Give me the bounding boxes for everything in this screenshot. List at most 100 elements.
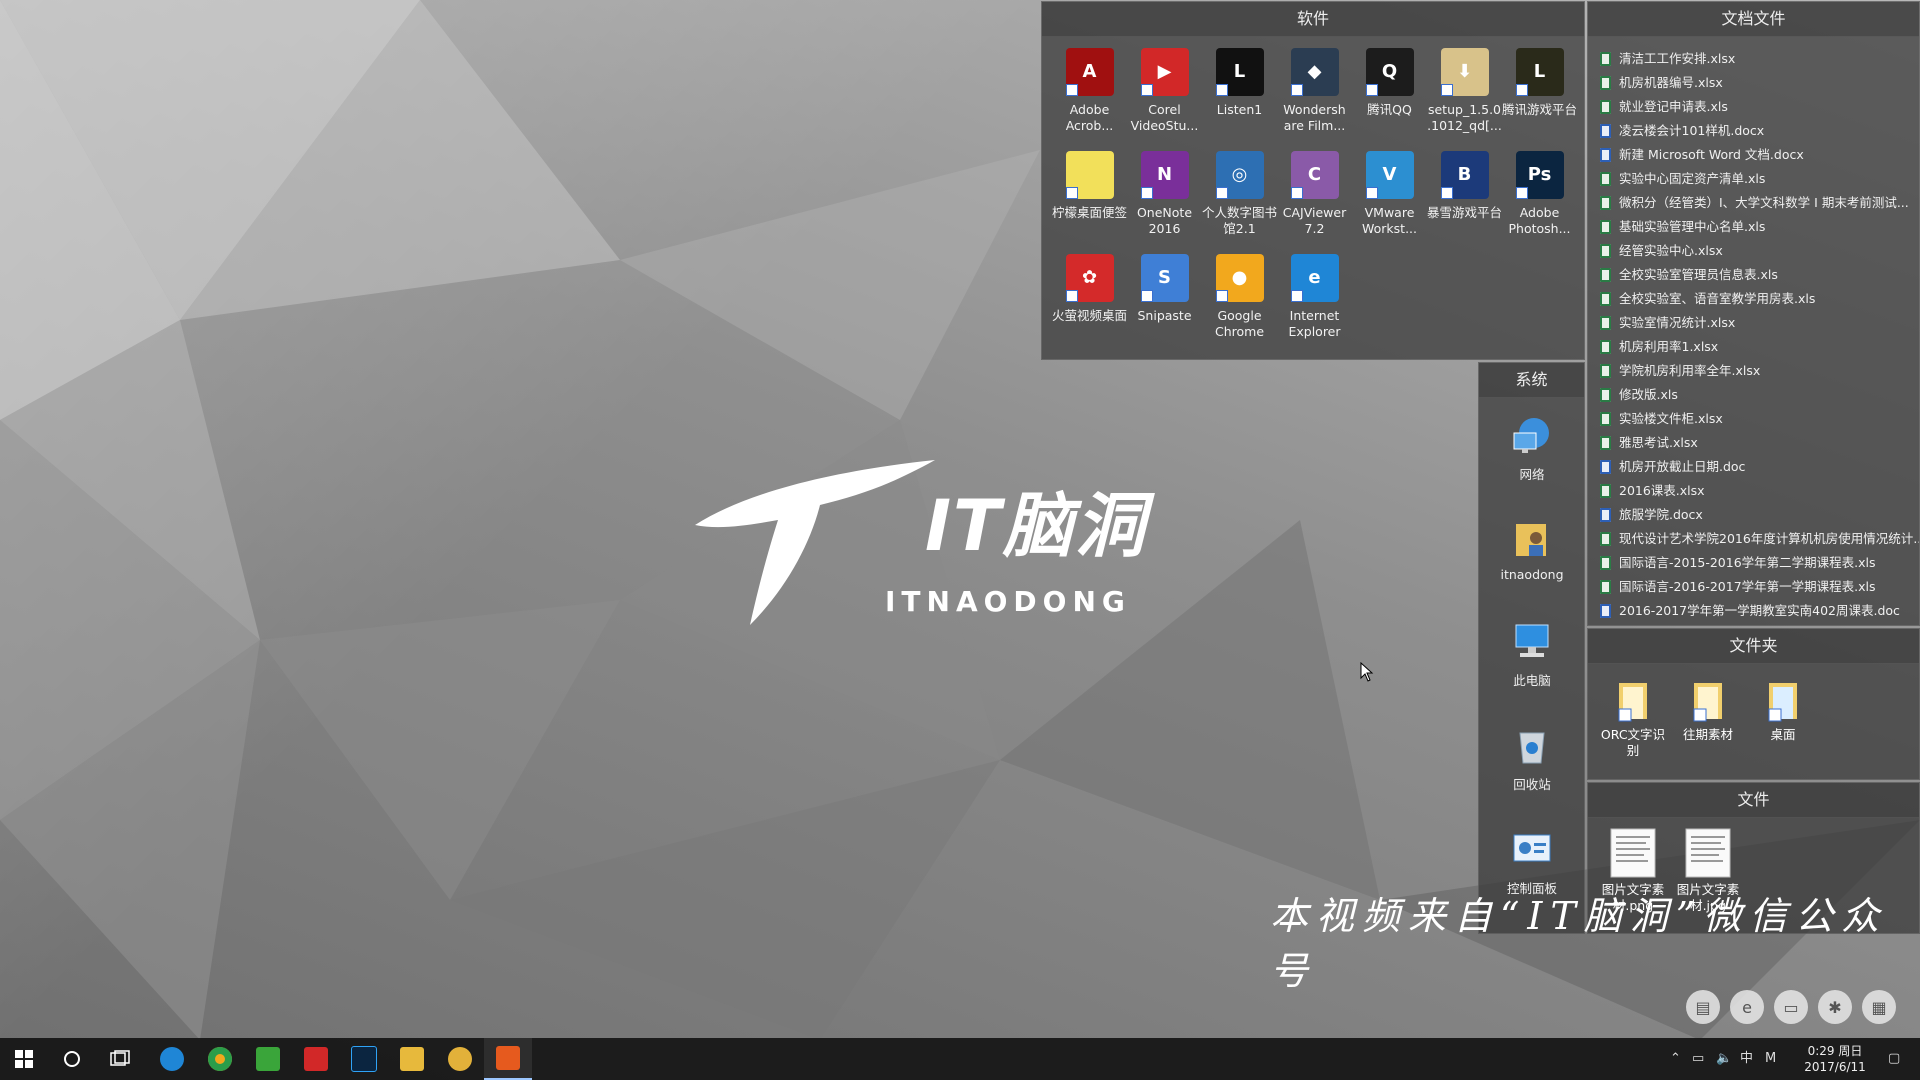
- volume-icon[interactable]: 🔈: [1716, 1038, 1732, 1080]
- document-file-item[interactable]: 学院机房利用率全年.xlsx: [1600, 359, 1919, 383]
- taskbar-tencent-games[interactable]: [436, 1038, 484, 1080]
- taskbar-photoshop[interactable]: [340, 1038, 388, 1080]
- app-shortcut[interactable]: N OneNote 2016: [1127, 149, 1202, 252]
- file-explorer-icon: [400, 1047, 424, 1071]
- adobe-acrobat-icon: A: [1065, 48, 1114, 96]
- excel-spreadsheet-icon: [1600, 76, 1611, 90]
- show-hidden-icons-chevron-icon[interactable]: ⌃: [1670, 1038, 1681, 1080]
- snipaste-icon: S: [1140, 254, 1189, 302]
- news-icon[interactable]: ▤: [1686, 990, 1720, 1024]
- calendar-icon[interactable]: ▦: [1862, 990, 1896, 1024]
- excel-spreadsheet-icon: [1600, 100, 1611, 114]
- app-shortcut[interactable]: L Listen1: [1202, 46, 1277, 149]
- recycle-bin-icon: [1519, 732, 1545, 764]
- network-tray-icon[interactable]: ▭: [1692, 1038, 1704, 1080]
- excel-spreadsheet-icon: [1600, 172, 1611, 186]
- app-shortcut[interactable]: B 暴雪游戏平台: [1427, 149, 1502, 252]
- document-file-item[interactable]: 全校实验室、语音室教学用房表.xls: [1600, 287, 1919, 311]
- app-shortcut[interactable]: ◎ 个人数字图书馆2.1: [1202, 149, 1277, 252]
- clock-time: 0:29 周日: [1807, 1044, 1863, 1058]
- excel-spreadsheet-icon: [1600, 316, 1611, 330]
- image-file-thumbnail-icon: [1610, 828, 1656, 878]
- app-label: VMware Workst...: [1362, 205, 1417, 236]
- control-panel-icon: [1513, 834, 1551, 862]
- app-shortcut[interactable]: V VMware Workst...: [1352, 149, 1427, 252]
- document-file-item[interactable]: 就业登记申请表.xls: [1600, 95, 1919, 119]
- document-file-item[interactable]: 国际语言-2015-2016学年第二学期课程表.xls: [1600, 551, 1919, 575]
- app-label: Corel VideoStu...: [1130, 102, 1199, 133]
- app-shortcut[interactable]: 柠檬桌面便签: [1052, 149, 1127, 252]
- taskbar-corel[interactable]: [292, 1038, 340, 1080]
- document-file-item[interactable]: 2016-2017学年第一学期教室实南402周课表.doc: [1600, 599, 1919, 623]
- folder-orc[interactable]: ORC文字识别: [1598, 679, 1668, 759]
- folder-past-materials[interactable]: 往期素材: [1673, 679, 1743, 743]
- document-file-name: 全校实验室、语音室教学用房表.xls: [1619, 291, 1816, 306]
- document-file-item[interactable]: 新建 Microsoft Word 文档.docx: [1600, 143, 1919, 167]
- this-pc-shortcut[interactable]: 此电脑: [1489, 619, 1575, 689]
- ime-mode[interactable]: M: [1765, 1038, 1776, 1080]
- document-file-item[interactable]: 旅服学院.docx: [1600, 503, 1919, 527]
- cortana-button[interactable]: [48, 1038, 96, 1080]
- recycle-bin-shortcut[interactable]: 回收站: [1489, 723, 1575, 793]
- document-file-item[interactable]: 微积分（经管类）I、大学文科数学 I 期末考前测试...: [1600, 191, 1919, 215]
- document-file-item[interactable]: 全校实验室管理员信息表.xls: [1600, 263, 1919, 287]
- app-shortcut[interactable]: C CAJViewer 7.2: [1277, 149, 1352, 252]
- folder-desktop[interactable]: 桌面: [1748, 679, 1818, 743]
- document-file-item[interactable]: 国际语言-2016-2017学年第一学期课程表.xls: [1600, 575, 1919, 599]
- excel-spreadsheet-icon: [1600, 412, 1611, 426]
- vmware-workstation-icon: V: [1365, 151, 1414, 199]
- document-file-item[interactable]: 实验室情况统计.xlsx: [1600, 311, 1919, 335]
- folders-panel: 文件夹 ORC文字识别 往期素材 桌面: [1587, 628, 1920, 780]
- clock[interactable]: 0:29 周日 2017/6/11: [1795, 1043, 1875, 1075]
- start-button[interactable]: [0, 1038, 48, 1080]
- document-file-item[interactable]: 雅思考试.xlsx: [1600, 431, 1919, 455]
- app-shortcut[interactable]: ⬇ setup_1.5.0 .1012_qd[...: [1427, 46, 1502, 149]
- document-file-item[interactable]: 机房机器编号.xlsx: [1600, 71, 1919, 95]
- document-file-name: 新建 Microsoft Word 文档.docx: [1619, 147, 1804, 162]
- document-file-item[interactable]: 修改版.xls: [1600, 383, 1919, 407]
- app-shortcut[interactable]: ✿ 火萤视频桌面: [1052, 252, 1127, 355]
- app-shortcut[interactable]: e Internet Explorer: [1277, 252, 1352, 355]
- network-shortcut[interactable]: 网络: [1489, 413, 1575, 483]
- document-file-item[interactable]: 凌云楼会计101样机.docx: [1600, 119, 1919, 143]
- browser-e-icon[interactable]: e: [1730, 990, 1764, 1024]
- app-shortcut[interactable]: Q 腾讯QQ: [1352, 46, 1427, 149]
- taskbar-chrome[interactable]: [196, 1038, 244, 1080]
- taskbar-camtasia-recorder[interactable]: [484, 1038, 532, 1080]
- document-file-item[interactable]: 实验楼文件柜.xlsx: [1600, 407, 1919, 431]
- taskbar-explorer[interactable]: [388, 1038, 436, 1080]
- folder-open-icon[interactable]: ▭: [1774, 990, 1808, 1024]
- app-shortcut[interactable]: ▶ Corel VideoStu...: [1127, 46, 1202, 149]
- excel-spreadsheet-icon: [1600, 364, 1611, 378]
- taskbar-camtasia[interactable]: [244, 1038, 292, 1080]
- app-shortcut[interactable]: ● Google Chrome: [1202, 252, 1277, 355]
- app-label: 暴雪游戏平台: [1427, 205, 1503, 220]
- task-view-button[interactable]: [96, 1038, 144, 1080]
- document-file-name: 2016课表.xlsx: [1619, 483, 1705, 498]
- app-shortcut[interactable]: Ps Adobe Photosh...: [1502, 149, 1577, 252]
- app-shortcut[interactable]: L 腾讯游戏平台: [1502, 46, 1577, 149]
- document-file-item[interactable]: 经管实验中心.xlsx: [1600, 239, 1919, 263]
- app-shortcut[interactable]: A Adobe Acrob...: [1052, 46, 1127, 149]
- document-file-item[interactable]: 实验中心固定资产清单.xls: [1600, 167, 1919, 191]
- ime-language[interactable]: 中: [1740, 1038, 1753, 1080]
- user-folder-label: itnaodong: [1500, 567, 1564, 582]
- document-file-item[interactable]: 现代设计艺术学院2016年度计算机机房使用情况统计...: [1600, 527, 1919, 551]
- user-folder-shortcut[interactable]: itnaodong: [1489, 516, 1575, 582]
- taskbar-edge[interactable]: [148, 1038, 196, 1080]
- system-tray: ⌃ ▭ 🔈 中 M 0:29 周日 2017/6/11 ▢: [1620, 1038, 1920, 1080]
- app-shortcut[interactable]: ◆ Wondersh are Film...: [1277, 46, 1352, 149]
- document-file-item[interactable]: 基础实验管理中心名单.xls: [1600, 215, 1919, 239]
- excel-spreadsheet-icon: [1600, 484, 1611, 498]
- gear-cluster-icon[interactable]: ✱: [1818, 990, 1852, 1024]
- action-center-icon[interactable]: ▢: [1888, 1038, 1900, 1080]
- video-source-watermark: 本视频来自“IT脑洞”微信公众号: [1270, 894, 1888, 993]
- document-file-item[interactable]: 机房开放截止日期.doc: [1600, 455, 1919, 479]
- document-file-item[interactable]: 2016课表.xlsx: [1600, 479, 1919, 503]
- document-file-item[interactable]: 清洁工工作安排.xlsx: [1600, 47, 1919, 71]
- document-file-item[interactable]: 机房利用率1.xlsx: [1600, 335, 1919, 359]
- app-shortcut[interactable]: S Snipaste: [1127, 252, 1202, 355]
- wondershare-filmora-icon: ◆: [1290, 48, 1339, 96]
- document-file-name: 雅思考试.xlsx: [1619, 435, 1698, 450]
- excel-spreadsheet-icon: [1600, 436, 1611, 450]
